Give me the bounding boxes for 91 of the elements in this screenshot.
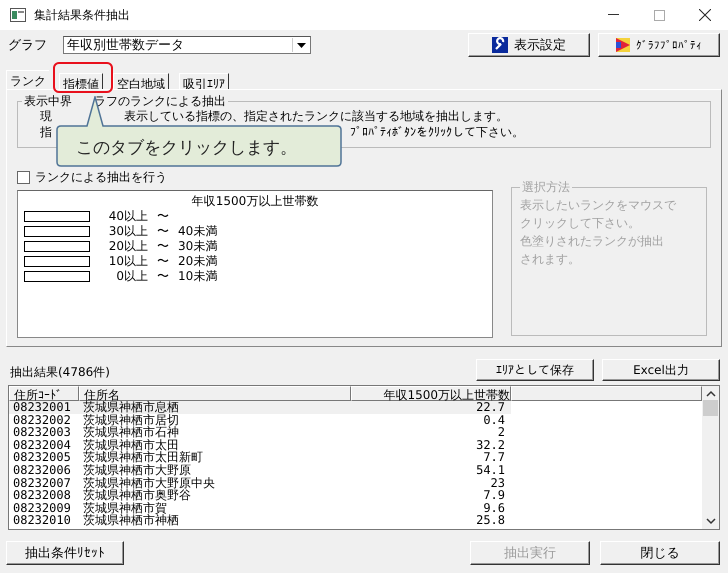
table-cell-text: 23 bbox=[490, 476, 506, 490]
close-icon bbox=[699, 9, 711, 21]
column-header[interactable]: 年収1500万以上世帯数 bbox=[351, 386, 511, 401]
export-button[interactable]: Excel出力 bbox=[602, 359, 720, 381]
method-instructions: 表示したいランクをマウスで クリックして下さい。 色塗りされたランクが抽出 されます。 bbox=[520, 197, 678, 268]
minimize-icon bbox=[608, 14, 618, 16]
table-cell-text: 08232009 bbox=[12, 502, 72, 514]
table-cell-text: 茨城県神栖市神栖 bbox=[82, 514, 180, 527]
tab[interactable]: ランク bbox=[6, 70, 49, 89]
table-cell-text: 54.1 bbox=[475, 464, 506, 477]
rank-tilde: 〜 bbox=[156, 253, 170, 270]
graph-label: グラフ bbox=[8, 37, 48, 54]
dropdown-arrow-icon bbox=[297, 42, 306, 48]
rank-tilde: 〜 bbox=[156, 208, 170, 225]
table-cell-text: 08232002 bbox=[12, 414, 72, 426]
description-text: ﾌﾟﾛﾊﾟﾃｨﾎﾞﾀﾝをｸﾘｯｸして下さい。 bbox=[350, 124, 524, 140]
maximize-icon bbox=[654, 10, 664, 20]
table-cell: 08232001 bbox=[9, 401, 79, 414]
table-cell-text: 茨城県神栖市居切 bbox=[82, 414, 180, 426]
scroll-up-icon[interactable] bbox=[706, 390, 716, 398]
rank-from: 0以上 bbox=[115, 268, 148, 285]
scrollbar[interactable] bbox=[702, 386, 719, 529]
rank-tilde: 〜 bbox=[156, 238, 170, 255]
table-cell-text: 7.9 bbox=[482, 489, 506, 502]
table-cell-text: 茨城県神栖市太田新町 bbox=[82, 451, 204, 464]
table-cell-text: 08232010 bbox=[12, 514, 72, 527]
scroll-thumb[interactable] bbox=[703, 400, 718, 416]
rank-swatch[interactable] bbox=[24, 211, 90, 222]
table-cell-text: 32.2 bbox=[475, 438, 506, 452]
table-cell-text: 08232008 bbox=[12, 489, 72, 502]
rank-from: 30以上 bbox=[108, 223, 148, 240]
window-icon bbox=[10, 8, 26, 22]
rank-from: 40以上 bbox=[108, 208, 148, 225]
description-text: 指 bbox=[40, 124, 52, 140]
checkbox[interactable] bbox=[17, 170, 30, 184]
footer-button[interactable]: 抽出条件ﾘｾｯﾄ bbox=[6, 541, 124, 565]
column-header[interactable]: 住所名 bbox=[79, 386, 351, 401]
table-cell-text: 25.8 bbox=[475, 514, 506, 527]
table-cell: 茨城県神栖市息栖 bbox=[79, 401, 351, 414]
tab[interactable]: 指標値 bbox=[59, 73, 103, 89]
wrench-icon bbox=[492, 37, 508, 53]
rank-to: 10未満 bbox=[178, 268, 218, 285]
highlight-frame bbox=[53, 62, 113, 93]
footer-button[interactable]: 閉じる bbox=[600, 541, 720, 565]
rank-swatch[interactable] bbox=[24, 271, 90, 282]
rank-to: 20未満 bbox=[178, 253, 218, 270]
callout-text: このタブをクリックします。 bbox=[76, 137, 297, 159]
table-cell-text: 茨城県神栖市太田 bbox=[82, 438, 179, 452]
table-cell-text: 茨城県神栖市奥野谷 bbox=[82, 489, 192, 502]
description-text: 現 bbox=[40, 108, 52, 124]
rank-swatch[interactable] bbox=[24, 226, 90, 237]
table-cell-text: 茨城県神栖市石神 bbox=[82, 426, 180, 439]
rank-tilde: 〜 bbox=[156, 223, 170, 240]
rank-to: 40未満 bbox=[178, 223, 218, 240]
rank-from: 10以上 bbox=[108, 253, 148, 270]
table-cell-text: 9.6 bbox=[482, 502, 506, 514]
rank-tilde: 〜 bbox=[156, 268, 170, 285]
rank-from: 20以上 bbox=[108, 238, 148, 255]
table-cell-text: 08232007 bbox=[12, 476, 72, 490]
table-cell-text: 08232004 bbox=[12, 438, 72, 452]
table-cell-text: 7.7 bbox=[482, 451, 506, 464]
table-cell-text: 0.4 bbox=[482, 414, 506, 426]
column-header[interactable] bbox=[511, 386, 702, 401]
tab[interactable]: 空白地域 bbox=[113, 73, 169, 89]
checkbox-label: ランクによる抽出を行う bbox=[35, 168, 167, 186]
tab[interactable]: 吸引ｴﾘｱ bbox=[179, 73, 229, 89]
legend-title: 年収1500万以上世帯数 bbox=[190, 193, 320, 209]
table-cell-text: 08232005 bbox=[12, 451, 72, 464]
chart-icon bbox=[616, 38, 630, 52]
group-title: ラフのランクによる抽出 bbox=[94, 94, 226, 108]
group-title: 選択方法 bbox=[521, 180, 571, 194]
group-title: 表示中界 bbox=[24, 94, 72, 108]
results-label: 抽出結果(4786件) bbox=[10, 364, 110, 381]
toolbar-button[interactable]: ｸﾞﾗﾌﾌﾟﾛﾊﾟﾃｨ bbox=[598, 33, 720, 57]
export-button[interactable]: ｴﾘｱとして保存 bbox=[476, 359, 594, 381]
rank-swatch[interactable] bbox=[24, 241, 90, 252]
table-cell-text: 茨城県神栖市賀 bbox=[82, 502, 167, 514]
window-title: 集計結果条件抽出 bbox=[34, 6, 130, 24]
table-cell-text: 2 bbox=[496, 426, 506, 439]
table-cell-text: 茨城県神栖市大野原 bbox=[82, 464, 192, 477]
rank-to: 30未満 bbox=[178, 238, 218, 255]
table-cell-text: 茨城県神栖市大野原中央 bbox=[82, 476, 216, 490]
toolbar-button[interactable]: 表示設定 bbox=[468, 33, 590, 57]
rank-swatch[interactable] bbox=[24, 256, 90, 267]
scroll-down-icon[interactable] bbox=[706, 517, 716, 525]
table-cell-text: 08232003 bbox=[12, 426, 72, 439]
table-cell: 22.7 bbox=[351, 401, 511, 414]
graph-dropdown[interactable]: 年収別世帯数データ bbox=[63, 36, 311, 54]
description-text: 表示している指標の、指定されたランクに該当する地域を抽出します。 bbox=[124, 108, 508, 124]
table-cell-text: 08232006 bbox=[12, 464, 72, 477]
column-header[interactable]: 住所ｺｰﾄﾞ bbox=[9, 386, 79, 401]
